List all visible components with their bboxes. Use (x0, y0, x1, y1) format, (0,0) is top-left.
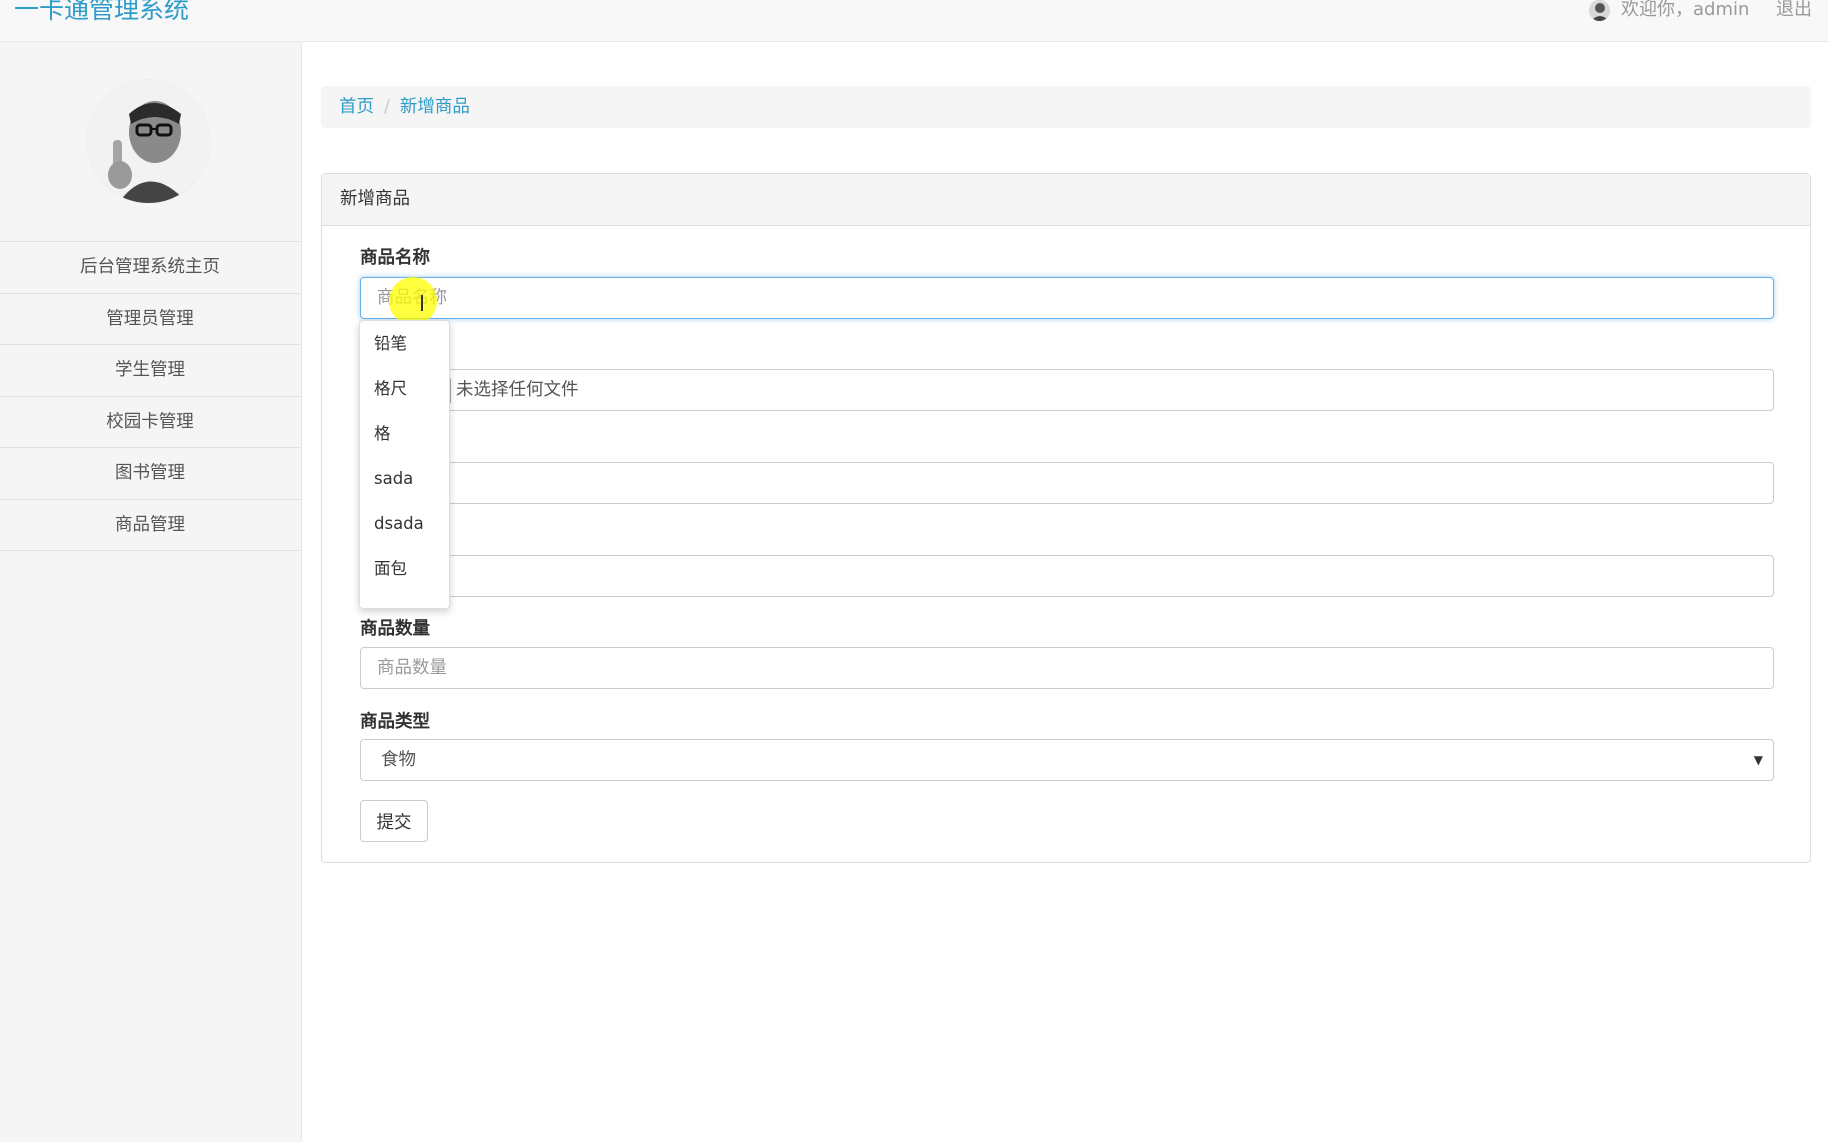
brand-link[interactable]: 一卡通管理系统 (14, 0, 189, 24)
breadcrumb-current[interactable]: 新增商品 (400, 97, 470, 117)
welcome-text: 欢迎你，admin (1621, 0, 1750, 20)
file-status-text: 未选择任何文件 (456, 380, 579, 400)
goods-image-file-input[interactable]: 件 未选择任何文件 (360, 369, 1774, 411)
logout-link[interactable]: 退出 (1776, 0, 1812, 21)
panel-title: 新增商品 (322, 174, 1810, 226)
text-cursor-icon (421, 295, 423, 311)
goods-field-input-4[interactable] (360, 555, 1774, 597)
goods-quantity-label: 商品数量 (360, 619, 430, 639)
goods-type-select[interactable]: 食物 ▼ (360, 739, 1774, 781)
breadcrumb-home[interactable]: 首页 (339, 97, 374, 117)
autocomplete-item[interactable]: 面包 (360, 556, 449, 601)
breadcrumb-separator: / (384, 97, 390, 117)
goods-name-input[interactable]: 商品名称 (360, 277, 1774, 319)
sidebar: 后台管理系统主页 管理员管理 学生管理 校园卡管理 图书管理 商品管理 (0, 42, 302, 1142)
sidebar-item-books[interactable]: 图书管理 (0, 448, 300, 500)
submit-button[interactable]: 提交 (360, 800, 428, 842)
goods-type-label: 商品类型 (360, 712, 430, 732)
sidebar-item-admin[interactable]: 管理员管理 (0, 294, 300, 345)
sidebar-item-students[interactable]: 学生管理 (0, 345, 300, 397)
top-navbar: 一卡通管理系统 欢迎你，admin 退出 (0, 0, 1828, 42)
sidebar-item-goods[interactable]: 商品管理 (0, 500, 300, 551)
autocomplete-item[interactable]: 格尺 (360, 376, 449, 421)
sidebar-item-campus-card[interactable]: 校园卡管理 (0, 397, 300, 448)
autocomplete-item[interactable]: 格 (360, 421, 449, 466)
goods-type-value: 食物 (381, 750, 416, 770)
breadcrumb: 首页 / 新增商品 (321, 86, 1811, 128)
admin-avatar (86, 79, 211, 204)
goods-quantity-placeholder: 商品数量 (377, 658, 447, 678)
goods-name-label: 商品名称 (360, 248, 430, 268)
chevron-down-icon: ▼ (1753, 753, 1763, 767)
add-goods-panel: 新增商品 商品名称 商品名称 件 未选择任何文件 商品数量 商品数量 商品类型 … (321, 173, 1811, 863)
autocomplete-item[interactable]: 铅笔 (360, 331, 449, 376)
goods-field-input-3[interactable] (360, 462, 1774, 504)
autocomplete-dropdown: 铅笔 格尺 格 sada dsada 面包 (359, 320, 450, 609)
autocomplete-item[interactable]: dsada (360, 511, 449, 556)
autocomplete-item[interactable]: sada (360, 466, 449, 511)
user-avatar-small (1589, 0, 1610, 21)
mouse-cursor-highlight (389, 277, 437, 325)
sidebar-item-home[interactable]: 后台管理系统主页 (0, 242, 300, 294)
goods-quantity-input[interactable]: 商品数量 (360, 647, 1774, 689)
sidebar-nav: 后台管理系统主页 管理员管理 学生管理 校园卡管理 图书管理 商品管理 (0, 241, 300, 551)
